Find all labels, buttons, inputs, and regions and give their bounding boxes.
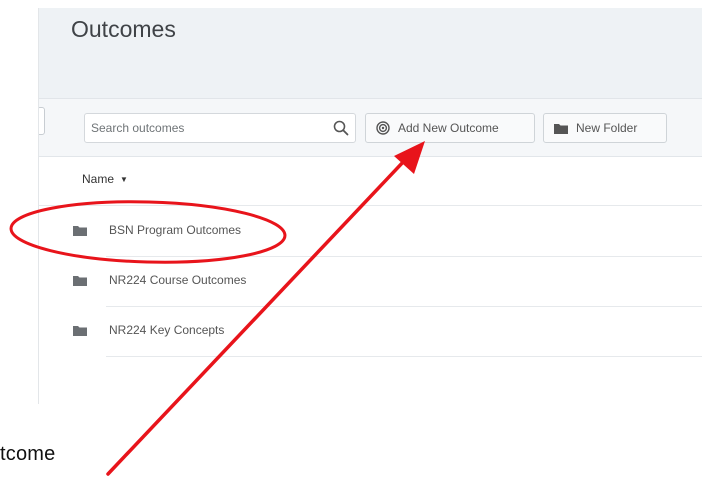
add-new-outcome-button[interactable]: Add New Outcome <box>365 113 535 143</box>
folder-icon <box>73 326 87 336</box>
collapse-handle[interactable] <box>39 107 45 135</box>
list-item-label: BSN Program Outcomes <box>109 223 242 237</box>
new-folder-button[interactable]: New Folder <box>543 113 667 143</box>
add-new-outcome-label: Add New Outcome <box>398 121 499 135</box>
caret-down-icon: ▼ <box>120 174 128 184</box>
page-title: Outcomes <box>71 16 176 42</box>
toolbar: Add New Outcome New Folder <box>39 99 702 157</box>
name-column-label: Name <box>82 172 115 186</box>
caption-text: tcome <box>0 443 56 465</box>
list-item[interactable]: NR224 Course Outcomes <box>73 256 702 307</box>
search-box[interactable] <box>84 113 356 143</box>
list-item[interactable]: NR224 Key Concepts <box>73 306 702 357</box>
target-icon <box>376 121 390 135</box>
search-icon[interactable] <box>333 120 349 136</box>
new-folder-label: New Folder <box>576 121 638 135</box>
outcomes-panel: Outcomes Add New Outcome New Folder <box>38 8 702 404</box>
folder-icon <box>554 123 568 134</box>
list-item-label: NR224 Key Concepts <box>109 323 225 337</box>
folder-icon <box>73 276 87 286</box>
list-item[interactable]: BSN Program Outcomes <box>73 206 702 257</box>
list-item-label: NR224 Course Outcomes <box>109 273 247 287</box>
search-input[interactable] <box>85 114 321 142</box>
page-header: Outcomes <box>39 8 702 99</box>
list-header: Name ▼ <box>39 157 702 206</box>
folder-icon <box>73 226 87 236</box>
name-sort-header[interactable]: Name ▼ <box>82 172 128 186</box>
